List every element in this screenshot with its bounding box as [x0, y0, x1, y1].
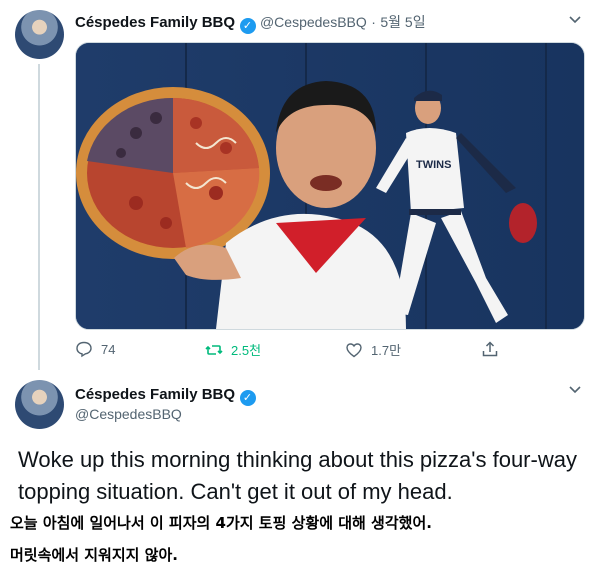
tweet-body-text: Woke up this morning thinking about this… — [18, 447, 577, 504]
tweet-header: Céspedes Family BBQ ✓ @CespedesBBQ · 5월 … — [75, 12, 426, 34]
verified-badge-icon: ✓ — [239, 390, 256, 406]
separator-dot: · — [371, 14, 376, 30]
tweet-header: Céspedes Family BBQ ✓ — [75, 386, 256, 406]
retweet-icon — [205, 344, 223, 355]
reply-count: 74 — [101, 341, 116, 357]
chevron-down-icon[interactable] — [568, 12, 582, 29]
jersey-text: TWINS — [416, 159, 451, 171]
korean-caption-line-1: 오늘 아침에 일어나서 이 피자의 4가지 토핑 상황에 대해 생각했어. — [10, 514, 432, 532]
display-name[interactable]: Céspedes Family BBQ — [75, 14, 235, 31]
thread-connector-line — [38, 64, 40, 370]
tweet-date[interactable]: 5월 5일 — [380, 14, 425, 30]
like-count: 1.7만 — [371, 343, 402, 358]
ad-wall-photo: TWINS — [76, 43, 584, 329]
share-button[interactable] — [481, 340, 499, 358]
reply-icon — [76, 341, 92, 358]
like-button[interactable]: 1.7만 — [345, 340, 401, 359]
avatar[interactable] — [15, 380, 64, 429]
user-handle[interactable]: @CespedesBBQ — [260, 14, 367, 30]
like-icon — [346, 342, 362, 357]
korean-caption-line-2: 머릿속에서 지워지지 않아. — [10, 546, 178, 564]
reply-button[interactable]: 74 — [75, 340, 115, 358]
avatar[interactable] — [15, 10, 64, 59]
user-handle[interactable]: @CespedesBBQ — [75, 406, 182, 422]
verified-badge-icon: ✓ — [239, 18, 256, 34]
share-icon — [482, 341, 498, 357]
tweet-media-image[interactable]: TWINS — [75, 42, 585, 330]
display-name[interactable]: Céspedes Family BBQ — [75, 386, 235, 403]
retweet-button[interactable]: 2.5천 — [205, 340, 261, 359]
chevron-down-icon[interactable] — [568, 382, 582, 399]
retweet-count: 2.5천 — [231, 343, 262, 358]
